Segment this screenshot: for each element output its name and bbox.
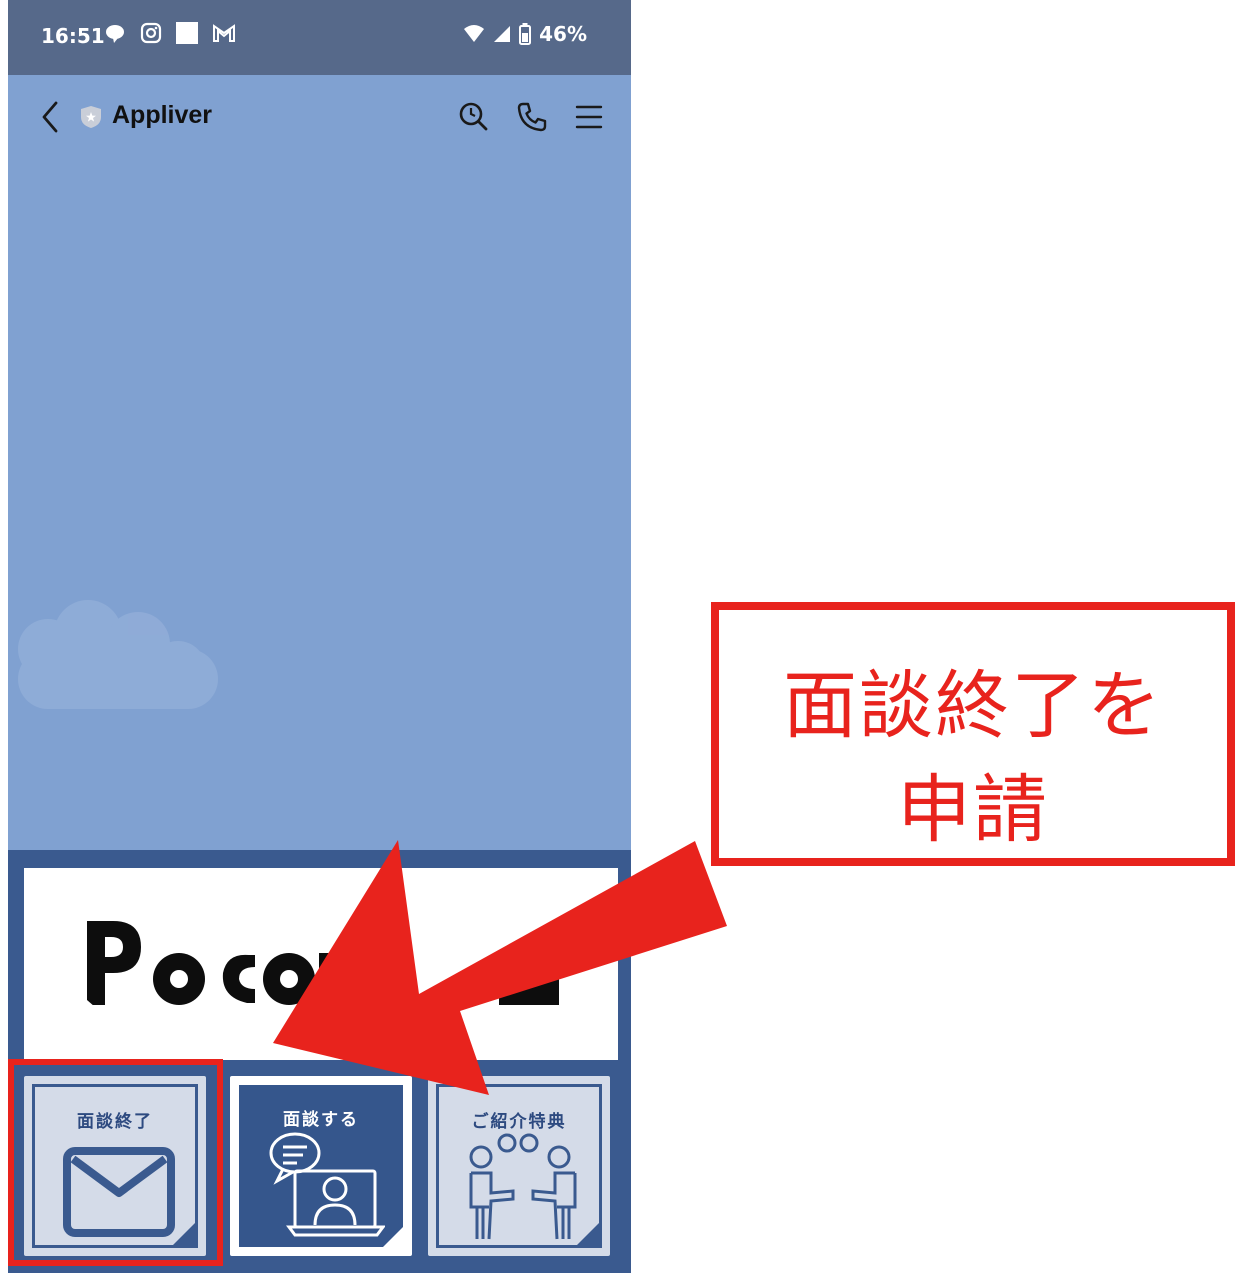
annotation-callout: 面談終了を 申請 (711, 602, 1235, 866)
callout-line-1: 面談終了を (783, 663, 1163, 749)
callout-line-2: 申請 (897, 767, 1049, 853)
highlight-box (8, 1059, 223, 1266)
